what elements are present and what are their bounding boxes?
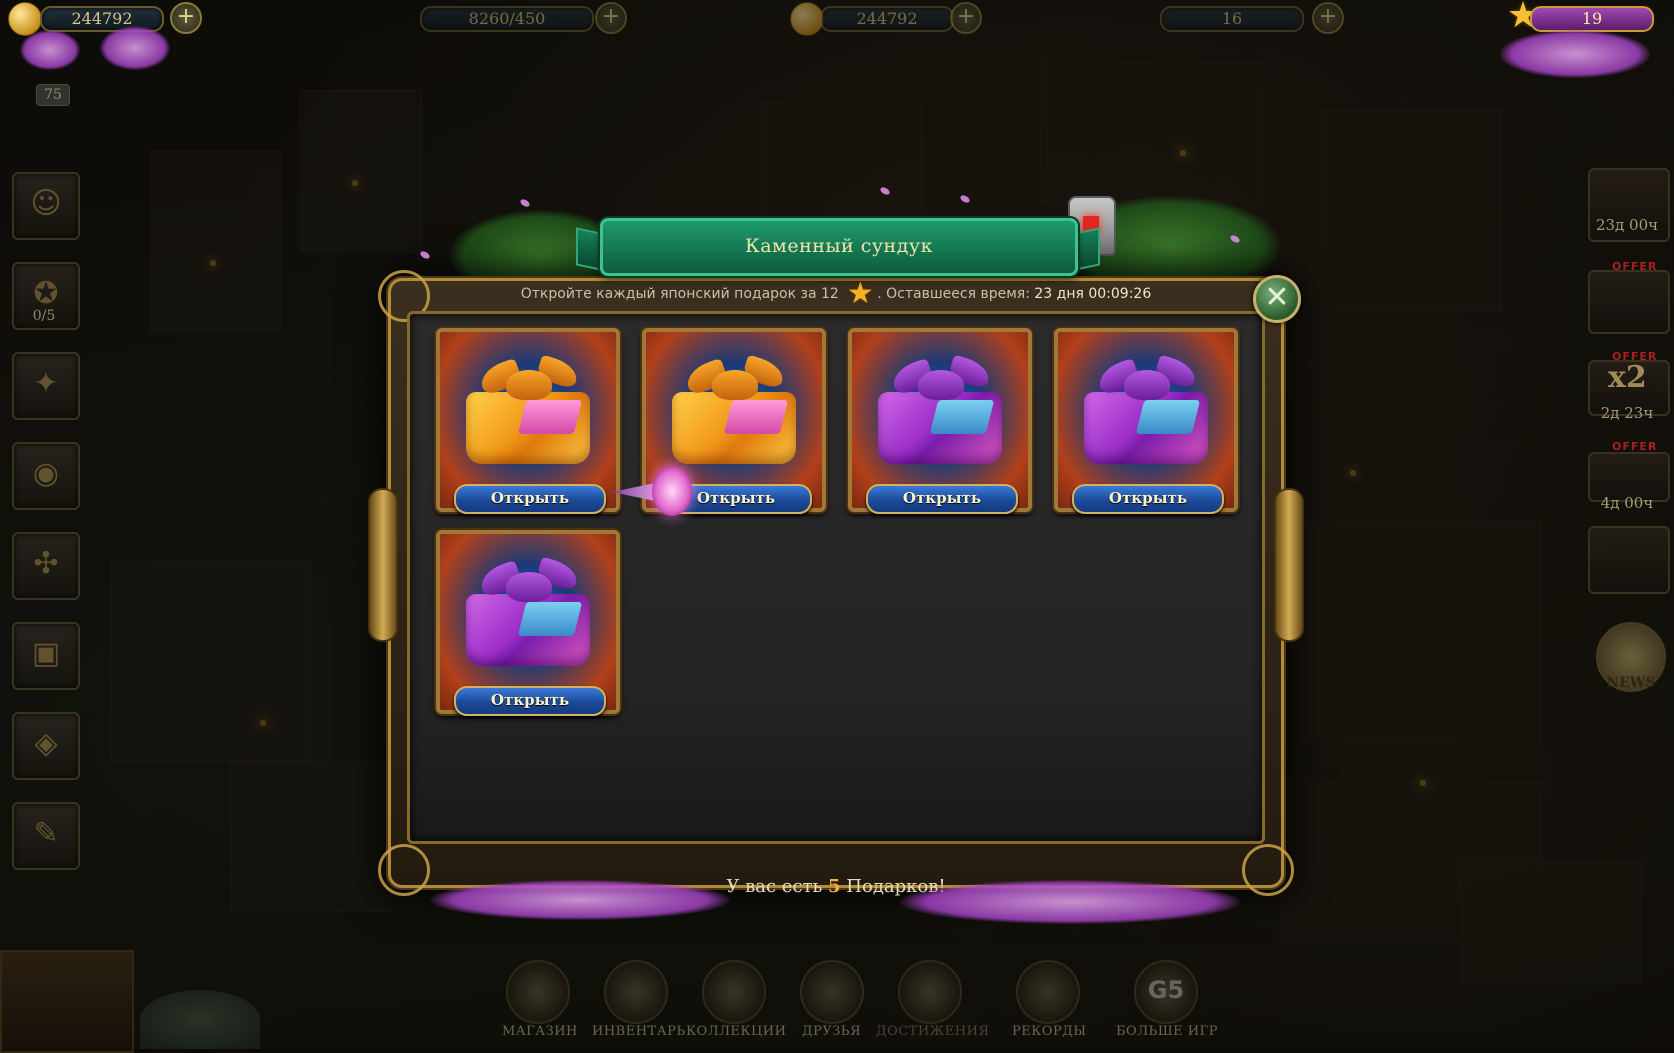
gold-gift-box-icon bbox=[668, 354, 800, 470]
gift-card[interactable]: Открыть bbox=[848, 328, 1032, 514]
add-energy-button[interactable]: + bbox=[595, 2, 627, 34]
add-coins-button[interactable]: + bbox=[170, 2, 202, 34]
sidebar-scroll-button[interactable]: ✎ bbox=[12, 802, 80, 870]
multiplier-label: x2 bbox=[1608, 360, 1647, 395]
dock-label-shop[interactable]: МАГАЗИН bbox=[502, 1024, 578, 1039]
chest-offer-timer: 4д 00ч bbox=[1600, 494, 1654, 512]
achievements-icon[interactable] bbox=[898, 960, 962, 1024]
sidebar-eye-button[interactable]: ◈ bbox=[12, 712, 80, 780]
purple-gift-box-icon bbox=[462, 556, 594, 672]
fountain-icon bbox=[140, 990, 260, 1049]
friends-icon[interactable] bbox=[800, 960, 864, 1024]
gift-card[interactable]: Открыть bbox=[1054, 328, 1238, 514]
stars-counter: 19 bbox=[1530, 6, 1654, 32]
multiplier-timer: 2д 23ч bbox=[1600, 404, 1654, 422]
energy-counter: 8260/450 bbox=[420, 6, 594, 32]
purple-gift-box-icon bbox=[874, 354, 1006, 470]
sidebar-offer-button[interactable] bbox=[1588, 270, 1670, 334]
stone-chest-dialog: Откройте каждый японский подарок за 12 ★… bbox=[368, 270, 1304, 897]
dock-label-inventory[interactable]: ИНВЕНТАРЬ bbox=[592, 1024, 686, 1039]
gold-gift-box-icon bbox=[462, 354, 594, 470]
sidebar-gift-button[interactable]: ✦ bbox=[12, 352, 80, 420]
coin-icon bbox=[790, 2, 824, 36]
blossom-decoration bbox=[20, 30, 80, 70]
sidebar-book-button[interactable] bbox=[1588, 526, 1670, 594]
subtitle-time-label: . Оставшееся время: bbox=[877, 286, 1030, 302]
gift-card[interactable]: Открыть bbox=[436, 530, 620, 716]
sidebar-globe-button[interactable]: ◉ bbox=[12, 442, 80, 510]
fan-cursor-icon bbox=[612, 466, 692, 526]
time-remaining: 23 дня 00:09:26 bbox=[1034, 286, 1152, 302]
dock-label-friends[interactable]: ДРУЗЬЯ bbox=[802, 1024, 861, 1039]
journal-book-icon[interactable] bbox=[0, 950, 134, 1053]
blossom-decoration bbox=[100, 26, 170, 70]
dialog-subtitle: Откройте каждый японский подарок за 12 ★… bbox=[388, 276, 1284, 311]
quest-progress: 0/5 bbox=[32, 308, 56, 324]
event-timer: 23д 00ч bbox=[1595, 216, 1659, 234]
dock-label-records[interactable]: РЕКОРДЫ bbox=[1012, 1024, 1087, 1039]
collections-icon[interactable] bbox=[702, 960, 766, 1024]
open-gift-button[interactable]: Открыть bbox=[866, 484, 1018, 514]
purple-gift-box-icon bbox=[1080, 354, 1212, 470]
coins-counter-center: 244792 bbox=[820, 6, 954, 32]
records-icon[interactable] bbox=[1016, 960, 1080, 1024]
sidebar-portrait-button[interactable]: ☺ bbox=[12, 172, 80, 240]
dock-label-more-games[interactable]: БОЛЬШЕ ИГР bbox=[1116, 1024, 1218, 1039]
shop-icon[interactable] bbox=[506, 960, 570, 1024]
dialog-title: Каменный сундук bbox=[600, 218, 1078, 276]
open-gift-button[interactable]: Открыть bbox=[1072, 484, 1224, 514]
blossom-decoration bbox=[430, 880, 730, 920]
sidebar-knot-button[interactable]: ✣ bbox=[12, 532, 80, 600]
footer-text: У вас есть bbox=[726, 876, 823, 897]
side-ornament bbox=[1274, 488, 1304, 642]
sidebar-portrait-frame-button[interactable]: ▣ bbox=[12, 622, 80, 690]
blossom-decoration bbox=[1500, 30, 1650, 78]
player-level: 75 bbox=[36, 84, 70, 106]
star-icon: ★ bbox=[846, 276, 874, 311]
more-games-icon[interactable]: G5 bbox=[1134, 960, 1198, 1024]
close-dialog-button[interactable]: ✕ bbox=[1253, 275, 1301, 323]
open-gift-button[interactable]: Открыть bbox=[454, 484, 606, 514]
add-coins-button[interactable]: + bbox=[950, 2, 982, 34]
gift-card[interactable]: Открыть bbox=[436, 328, 620, 514]
subtitle-text: Откройте каждый японский подарок за 12 bbox=[520, 286, 839, 302]
open-gift-button[interactable]: Открыть bbox=[454, 686, 606, 716]
gems-counter: 16 bbox=[1160, 6, 1304, 32]
blossom-decoration bbox=[900, 880, 1240, 924]
dock-label-collections[interactable]: КОЛЛЕКЦИИ bbox=[686, 1024, 786, 1039]
inventory-icon[interactable] bbox=[604, 960, 668, 1024]
dock-label-achievements[interactable]: ДОСТИЖЕНИЯ bbox=[876, 1024, 989, 1039]
gift-count: 5 bbox=[828, 876, 841, 897]
side-ornament bbox=[368, 488, 398, 642]
add-gems-button[interactable]: + bbox=[1312, 2, 1344, 34]
news-button[interactable]: NEWS bbox=[1596, 622, 1666, 692]
